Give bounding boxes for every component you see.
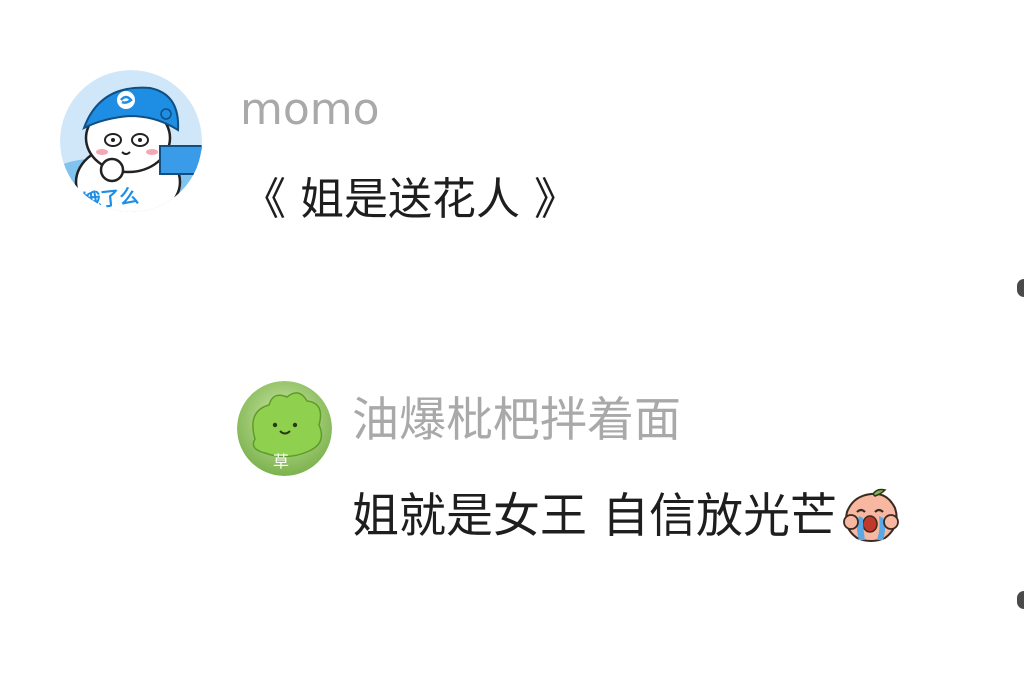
- cabbage-avatar-icon: 草: [237, 381, 332, 476]
- reply-text: 姐就是女王 自信放光芒: [352, 488, 837, 544]
- reply-text-row: 姐就是女王 自信放光芒: [352, 488, 901, 544]
- avatar[interactable]: 草: [237, 381, 332, 476]
- reply-username[interactable]: 油爆枇杷拌着面: [352, 397, 681, 444]
- svg-text:草: 草: [273, 452, 289, 471]
- comment-thread: 饿了么 momo 《 姐是送花人 》 草 油爆枇杷拌着面 姐就是女王 自信放光芒: [0, 0, 1024, 684]
- reply-item: 草 油爆枇杷拌着面 姐就是女王 自信放光芒: [0, 0, 1024, 684]
- crying-peach-emoji-icon: [841, 488, 901, 544]
- scroll-indicator: [1017, 591, 1024, 609]
